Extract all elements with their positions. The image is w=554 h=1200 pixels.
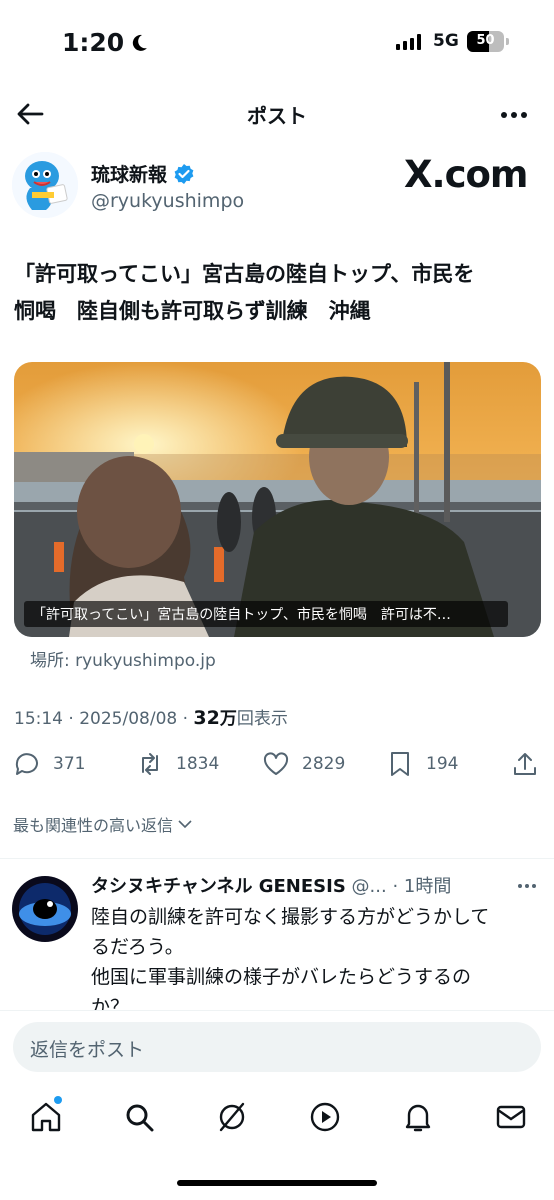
bookmark-button[interactable]: 194 [386,750,458,778]
moon-icon [133,34,148,51]
grok-icon[interactable] [215,1100,249,1134]
video-icon[interactable] [308,1100,342,1134]
signal-icon [396,34,421,50]
reply-header: タシヌキチャンネル GENESIS @... · 1時間 [91,872,511,898]
link-location[interactable]: 場所: ryukyushimpo.jp [30,646,216,671]
tweet-meta: 15:14 · 2025/08/08 · 32万回表示 [14,704,288,729]
author-handle[interactable]: @ryukyushimpo [91,190,244,212]
views-unit[interactable]: 万 [220,709,237,729]
bookmark-count[interactable]: 194 [426,754,458,774]
network-label: 5G [433,31,459,51]
chevron-down-icon[interactable] [177,816,193,832]
status-time-text: 1:20 [62,28,125,57]
repost-icon[interactable] [136,750,164,778]
action-bar: 371 1834 2829 194 [0,750,554,782]
page-title: ポスト [247,104,307,128]
site-logo-text: X.com [404,153,528,196]
reply-author-handle[interactable]: @... [352,876,387,897]
like-button[interactable]: 2829 [262,750,345,778]
battery-level: 50 [476,33,495,48]
home-indicator [177,1180,377,1186]
views-number[interactable]: 32 [193,707,219,729]
mascot-avatar-image [12,152,78,218]
views-count[interactable]: 32万 [193,707,237,729]
reply-composer-input[interactable]: 返信をポスト [13,1022,541,1072]
meta-separator: · [182,709,189,729]
tweet-media-image[interactable] [14,362,541,637]
bookmark-icon[interactable] [386,750,414,778]
search-icon[interactable] [122,1100,156,1134]
reply-author-name[interactable]: タシヌキチャンネル GENESIS [91,876,346,897]
reply-text: 陸自の訓練を許可なく撮影する方がどうかして るだろう。 他国に軍事訓練の様子がバ… [91,906,490,1018]
notifications-icon[interactable] [401,1100,435,1134]
tweet-time: 15:14 [14,709,63,729]
share-icon[interactable] [511,750,539,778]
site-logo: X.com [404,153,528,196]
author-avatar[interactable] [12,152,78,218]
reply-time: 1時間 [403,876,452,897]
reply-count[interactable]: 371 [53,754,85,774]
reply-avatar[interactable] [12,876,78,942]
reply-avatar-image [12,876,78,942]
status-bar: 1:20 5G 50 [0,0,554,86]
more-options-icon[interactable] [496,101,532,129]
messages-icon[interactable] [494,1100,528,1134]
home-notification-dot [54,1096,62,1104]
views-label[interactable]: 回表示 [237,709,288,729]
like-count[interactable]: 2829 [302,754,345,774]
battery-icon: 50 [467,31,509,52]
divider [0,858,554,859]
reply-more-icon[interactable] [516,880,538,892]
reply-sort-dropdown[interactable]: 最も関連性の高い返信 [13,812,193,836]
repost-button[interactable]: 1834 [136,750,219,778]
reply-separator: · [392,876,399,897]
repost-count[interactable]: 1834 [176,754,219,774]
author-name-text[interactable]: 琉球新報 [91,160,167,187]
share-button[interactable] [511,750,539,778]
reply-sort-label[interactable]: 最も関連性の高い返信 [13,812,173,836]
meta-separator: · [68,709,74,729]
status-time: 1:20 [62,28,149,57]
tweet-text: 「許可取ってこい」宮古島の陸自トップ、市民を 恫喝 陸自側も許可取らず訓練 沖縄 [14,262,475,323]
reply-icon[interactable] [13,750,41,778]
media-caption: 「許可取ってこい」宮古島の陸自トップ、市民を恫喝 許可は不… [24,601,508,627]
home-icon[interactable] [29,1100,63,1134]
heart-icon[interactable] [262,750,290,778]
verified-badge-icon [174,163,194,184]
author-name[interactable]: 琉球新報 [91,160,195,187]
tweet-date: 2025/08/08 [79,709,178,729]
reply-button[interactable]: 371 [13,750,85,778]
